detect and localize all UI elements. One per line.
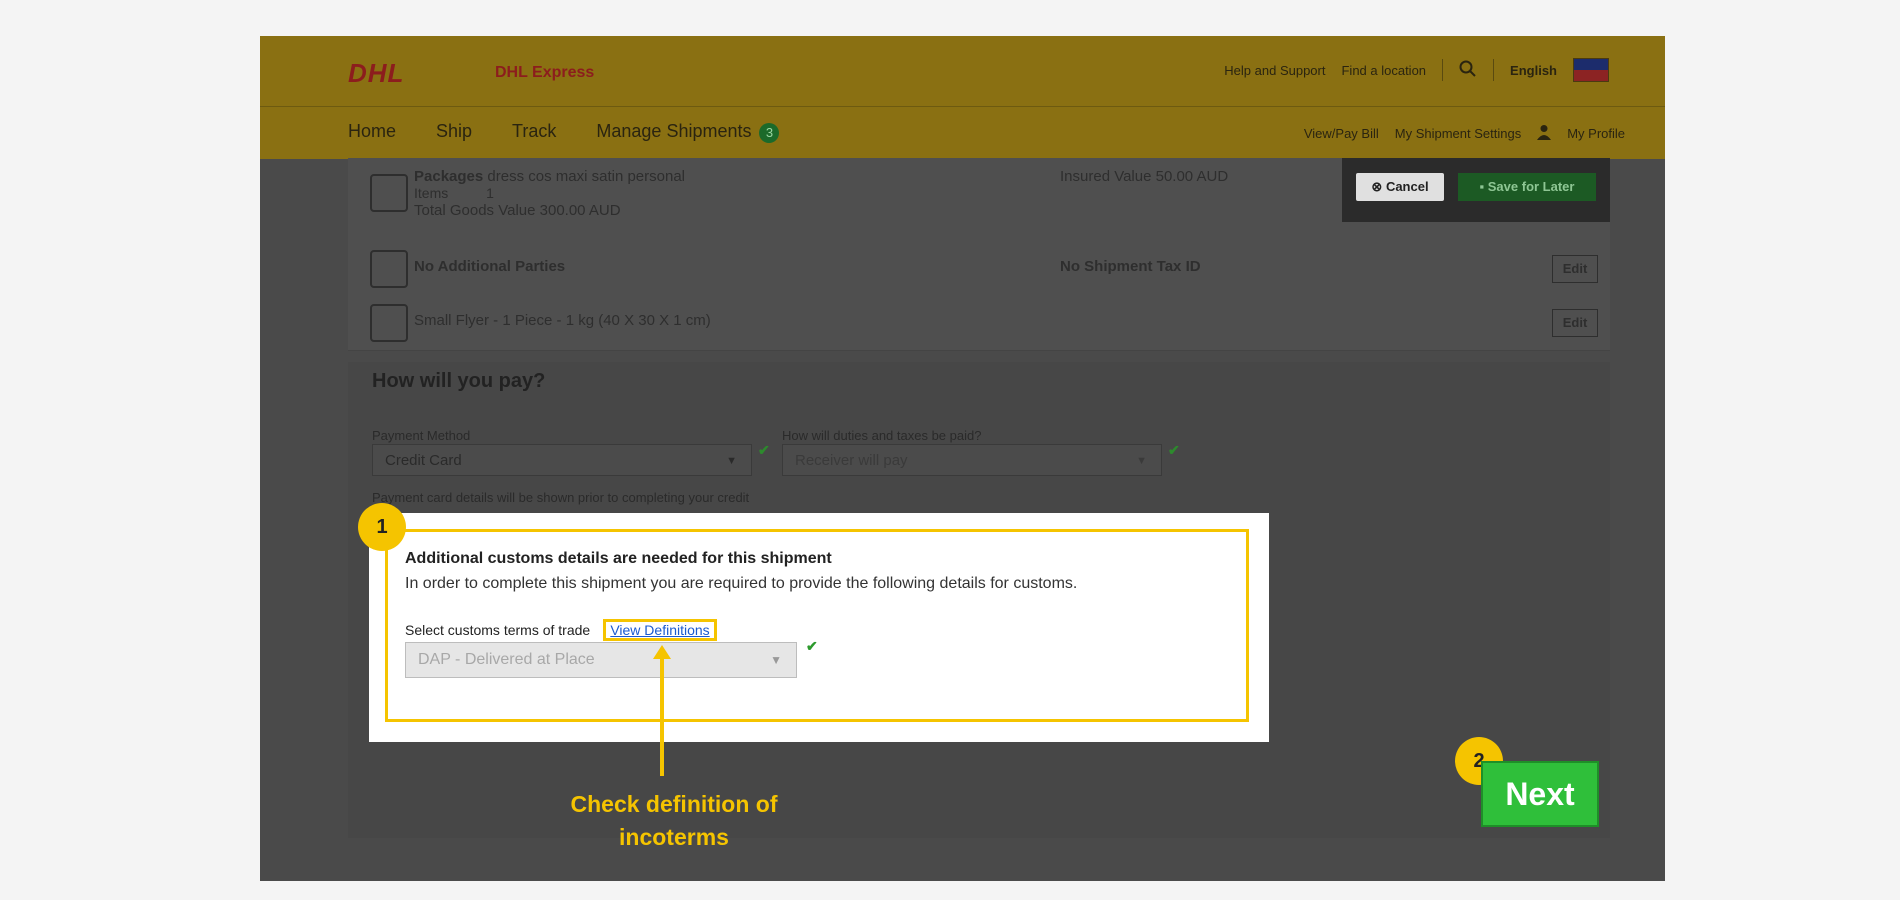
cancel-label: Cancel — [1385, 179, 1429, 194]
nav-manage-shipments[interactable]: Manage Shipments 3 — [596, 121, 780, 143]
payment-method-select[interactable]: Credit Card ▼ — [372, 444, 752, 476]
customs-dialog: Additional customs details are needed fo… — [369, 513, 1269, 742]
user-icon — [1537, 124, 1552, 143]
items-label: Items — [414, 185, 449, 201]
divider — [1493, 59, 1495, 81]
top-links: Help and Support Find a location English — [1224, 58, 1609, 82]
save-label: Save for Later — [1487, 179, 1575, 194]
chevron-down-icon: ▼ — [726, 455, 737, 467]
caption-line-1: Check definition of — [570, 791, 778, 817]
divider — [1442, 59, 1444, 81]
package-spec-row: Small Flyer - 1 Piece - 1 kg (40 X 30 X … — [348, 294, 1610, 351]
customs-description: In order to complete this shipment you a… — [405, 575, 1078, 592]
total-goods-value: Total Goods Value 300.00 AUD — [414, 202, 621, 219]
view-definitions-link[interactable]: View Definitions — [603, 619, 717, 641]
checkmark-icon: ✔ — [758, 442, 770, 458]
edit-parties-button[interactable]: Edit — [1552, 255, 1598, 283]
insured-value: Insured Value 50.00 AUD — [1060, 168, 1229, 185]
shipments-count-badge: 3 — [759, 123, 780, 143]
items-value: 1 — [486, 185, 494, 201]
chevron-down-icon: ▼ — [1136, 455, 1147, 467]
save-for-later-button[interactable]: ▪ Save for Later — [1458, 173, 1596, 201]
nav-ship[interactable]: Ship — [436, 121, 472, 143]
packages-desc: dress cos maxi satin personal — [487, 168, 685, 185]
search-icon[interactable] — [1459, 60, 1477, 81]
customs-terms-value: DAP - Delivered at Place — [418, 651, 595, 668]
arrow-shaft — [660, 652, 664, 776]
duties-value: Receiver will pay — [795, 452, 908, 469]
tax-id-text: No Shipment Tax ID — [1060, 258, 1201, 275]
parties-text: No Additional Parties — [414, 258, 566, 275]
package-icon — [370, 174, 408, 212]
terms-label: Select customs terms of trade — [405, 622, 591, 638]
cancel-button[interactable]: ⊗ Cancel — [1356, 173, 1444, 201]
nav-home[interactable]: Home — [348, 121, 396, 143]
payment-method-value: Credit Card — [385, 452, 462, 469]
customs-title: Additional customs details are needed fo… — [405, 550, 832, 567]
brand-name: DHL Express — [495, 64, 595, 81]
customs-terms-select[interactable]: DAP - Delivered at Place ▼ — [405, 642, 797, 678]
main-nav: Home Ship Track Manage Shipments 3 View/P… — [260, 106, 1665, 159]
nav-track[interactable]: Track — [512, 121, 556, 143]
flag-icon[interactable] — [1573, 58, 1609, 82]
help-link[interactable]: Help and Support — [1224, 63, 1325, 78]
action-box: ⊗ Cancel ▪ Save for Later — [1342, 158, 1610, 222]
language-selector[interactable]: English — [1510, 63, 1557, 78]
shipment-settings-link[interactable]: My Shipment Settings — [1395, 126, 1521, 141]
box-icon — [370, 304, 408, 342]
next-button[interactable]: Next — [1481, 761, 1599, 827]
parties-row: No Additional Parties No Shipment Tax ID… — [348, 242, 1610, 295]
duties-label: How will duties and taxes be paid? — [782, 428, 982, 443]
package-spec-text: Small Flyer - 1 Piece - 1 kg (40 X 30 X … — [414, 312, 711, 329]
checkmark-icon: ✔ — [806, 638, 818, 654]
my-profile-link[interactable]: My Profile — [1567, 126, 1625, 141]
checkmark-icon: ✔ — [1168, 442, 1180, 458]
payment-title: How will you pay? — [372, 370, 546, 392]
app-frame: DHL DHL Express Help and Support Find a … — [260, 36, 1665, 881]
dhl-logo[interactable]: DHL — [348, 58, 404, 89]
packages-label: Packages — [414, 168, 484, 185]
nav-manage-label: Manage Shipments — [596, 121, 752, 141]
chevron-down-icon: ▼ — [770, 653, 782, 667]
payment-note: Payment card details will be shown prior… — [372, 490, 750, 505]
view-pay-bill-link[interactable]: View/Pay Bill — [1304, 126, 1379, 141]
step-1-marker: 1 — [358, 503, 406, 551]
find-location-link[interactable]: Find a location — [1341, 63, 1426, 78]
top-bar: DHL DHL Express Help and Support Find a … — [260, 36, 1665, 106]
edit-package-button[interactable]: Edit — [1552, 309, 1598, 337]
caption-line-2: incoterms — [619, 824, 729, 850]
parties-icon — [370, 250, 408, 288]
payment-method-label: Payment Method — [372, 428, 471, 443]
duties-select[interactable]: Receiver will pay ▼ — [782, 444, 1162, 476]
annotation-caption: Check definition of incoterms — [540, 788, 808, 854]
